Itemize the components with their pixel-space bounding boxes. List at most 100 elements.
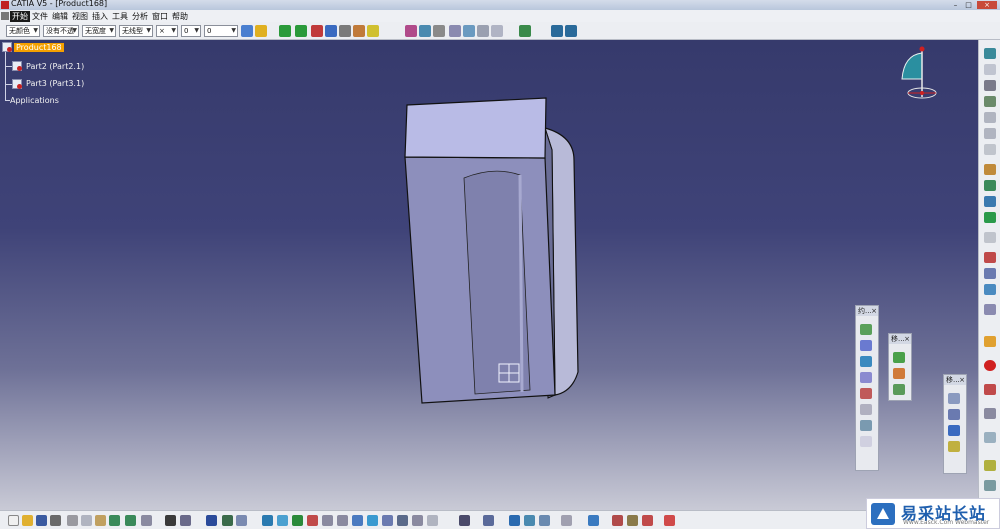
render-style-icon[interactable] — [206, 515, 217, 526]
snap-icon[interactable] — [311, 25, 323, 37]
stop-icon[interactable] — [984, 360, 996, 371]
transparency-dropdown[interactable]: 没有不透 ▼ — [43, 25, 79, 37]
explode-icon[interactable] — [948, 393, 960, 404]
product-icon[interactable] — [2, 42, 12, 52]
clash-analysis-icon[interactable] — [984, 304, 996, 315]
compass-icon[interactable] — [894, 43, 944, 103]
selective-load-icon[interactable] — [984, 164, 996, 175]
contact-icon[interactable] — [860, 340, 872, 351]
apply-material-icon[interactable] — [984, 460, 996, 471]
clash-icon[interactable] — [339, 25, 351, 37]
inertia-icon[interactable] — [539, 515, 550, 526]
minimize-button[interactable]: – — [951, 1, 960, 9]
offset-icon[interactable] — [860, 356, 872, 367]
menu-analysis[interactable]: 分析 — [130, 11, 150, 22]
grid-icon[interactable] — [642, 515, 653, 526]
swap-visible-space-icon[interactable] — [236, 515, 247, 526]
tree-item-part3[interactable]: Part3 (Part3.1) — [26, 79, 84, 88]
apply-material-icon[interactable] — [612, 515, 623, 526]
point-symbol-dropdown[interactable]: × ▼ — [156, 25, 178, 37]
manage-representations-icon[interactable] — [984, 180, 996, 191]
tree-root-product[interactable]: Product168 — [14, 43, 64, 52]
menu-view[interactable]: 视图 — [70, 11, 90, 22]
hide-icon[interactable] — [412, 515, 423, 526]
print-icon[interactable] — [50, 515, 61, 526]
annotation-icon[interactable] — [984, 336, 996, 347]
menu-window[interactable]: 窗口 — [150, 11, 170, 22]
paste-icon[interactable] — [95, 515, 106, 526]
shading-icon[interactable] — [397, 515, 408, 526]
sectioning-icon[interactable] — [984, 384, 996, 395]
tree-item-part2[interactable]: Part2 (Part2.1) — [26, 62, 84, 71]
painter-icon[interactable] — [241, 25, 253, 37]
catalog-icon[interactable] — [405, 25, 417, 37]
whats-this-icon[interactable] — [141, 515, 152, 526]
bill-of-material-icon[interactable] — [984, 232, 996, 243]
new-product-icon[interactable] — [984, 64, 996, 75]
catalog-icon[interactable] — [483, 515, 494, 526]
dropdown-toolbar-icon[interactable] — [561, 515, 572, 526]
normal-view-icon[interactable] — [352, 515, 363, 526]
menu-help[interactable]: 帮助 — [170, 11, 190, 22]
line-thickness-dropdown[interactable]: 无宽度 ▼ — [82, 25, 116, 37]
scenes-icon[interactable] — [627, 515, 638, 526]
graph-tree-reordering-icon[interactable] — [984, 128, 996, 139]
part-model[interactable] — [0, 40, 978, 510]
zoom-in-icon[interactable] — [322, 515, 333, 526]
fast-multi-instantiation-icon[interactable] — [984, 212, 996, 223]
compare-products-icon[interactable] — [984, 432, 996, 443]
menu-insert[interactable]: 插入 — [90, 11, 110, 22]
cut-icon[interactable] — [67, 515, 78, 526]
knowledge-icon[interactable] — [588, 515, 599, 526]
smart-move-icon[interactable] — [893, 384, 905, 395]
line-type-dropdown[interactable]: 无线型 ▼ — [119, 25, 153, 37]
snap-to-grid-icon[interactable] — [664, 515, 675, 526]
new-component-icon[interactable] — [984, 48, 996, 59]
maximize-button[interactable]: □ — [964, 1, 973, 9]
stop-manipulate-icon[interactable] — [948, 409, 960, 420]
floating-toolbar-title[interactable]: 移... × — [944, 375, 966, 385]
comment-icon[interactable] — [180, 515, 191, 526]
new-part-icon[interactable] — [984, 80, 996, 91]
undo-icon[interactable] — [109, 515, 120, 526]
swap-icon[interactable] — [427, 515, 438, 526]
floating-toolbar-title[interactable]: 约... × — [856, 306, 878, 316]
menu-start[interactable]: 开始 — [10, 11, 30, 22]
analysis-icon[interactable] — [509, 515, 520, 526]
new-file-icon[interactable] — [8, 515, 19, 526]
zoom-out-icon[interactable] — [337, 515, 348, 526]
close-icon[interactable]: × — [871, 306, 877, 316]
measure-icon[interactable] — [367, 25, 379, 37]
pan-view-icon[interactable] — [292, 515, 303, 526]
explode-icon[interactable] — [325, 25, 337, 37]
open-file-icon[interactable] — [22, 515, 33, 526]
offset-icon[interactable] — [463, 25, 475, 37]
snap-icon[interactable] — [893, 368, 905, 379]
floating-toolbar-constraints[interactable]: 约... × — [855, 305, 879, 471]
color-dropdown[interactable]: 无颜色 ▼ — [6, 25, 40, 37]
angle-icon[interactable] — [860, 372, 872, 383]
close-icon[interactable]: × — [904, 334, 910, 344]
constraint-icon[interactable] — [419, 25, 431, 37]
measure-between-icon[interactable] — [984, 252, 996, 263]
app-menu-icon[interactable] — [1, 12, 9, 20]
floating-toolbar-move[interactable]: 移... × — [888, 333, 912, 401]
render-style-dropdown[interactable]: 0 ▼ — [204, 25, 238, 37]
block-top-face[interactable] — [404, 97, 547, 159]
replace-component-icon[interactable] — [984, 112, 996, 123]
generate-numbering-icon[interactable] — [984, 144, 996, 155]
close-window-button[interactable]: × — [977, 1, 997, 9]
menu-tools[interactable]: 工具 — [110, 11, 130, 22]
quick-constraint-icon[interactable] — [860, 420, 872, 431]
pan-icon[interactable] — [279, 25, 291, 37]
tree-item-applications[interactable]: Applications — [10, 96, 59, 105]
3d-viewport[interactable] — [0, 40, 978, 510]
fix-icon[interactable] — [433, 25, 445, 37]
contact-icon[interactable] — [449, 25, 461, 37]
floating-toolbar-title[interactable]: 移... × — [889, 334, 911, 344]
scene-icon[interactable] — [551, 25, 563, 37]
fix-together-icon[interactable] — [860, 404, 872, 415]
fly-mode-icon[interactable] — [262, 515, 273, 526]
hide-show-icon[interactable] — [222, 515, 233, 526]
catalog-browser-icon[interactable] — [984, 480, 996, 491]
